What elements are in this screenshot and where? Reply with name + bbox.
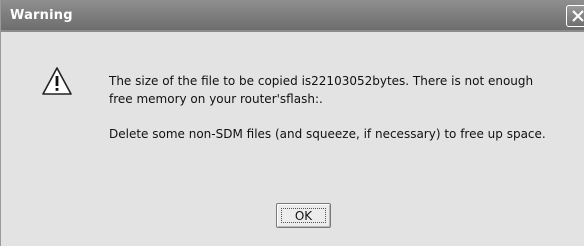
warning-triangle-icon <box>42 67 72 95</box>
close-icon <box>572 10 584 22</box>
ok-button-label: OK <box>281 208 326 223</box>
warning-dialog: Warning The size of the file to be copie… <box>0 0 584 246</box>
warning-message: The size of the file to be copied is2210… <box>109 72 579 143</box>
message-line-3: Delete some non-SDM files (and squeeze, … <box>109 127 546 141</box>
message-line-1: The size of the file to be copied is2210… <box>109 74 534 88</box>
close-button[interactable] <box>566 5 584 27</box>
message-line-2: free memory on your router'sflash:. <box>109 92 323 106</box>
dialog-title: Warning <box>10 8 73 23</box>
title-bar[interactable]: Warning <box>1 0 584 32</box>
ok-button[interactable]: OK <box>276 203 331 228</box>
